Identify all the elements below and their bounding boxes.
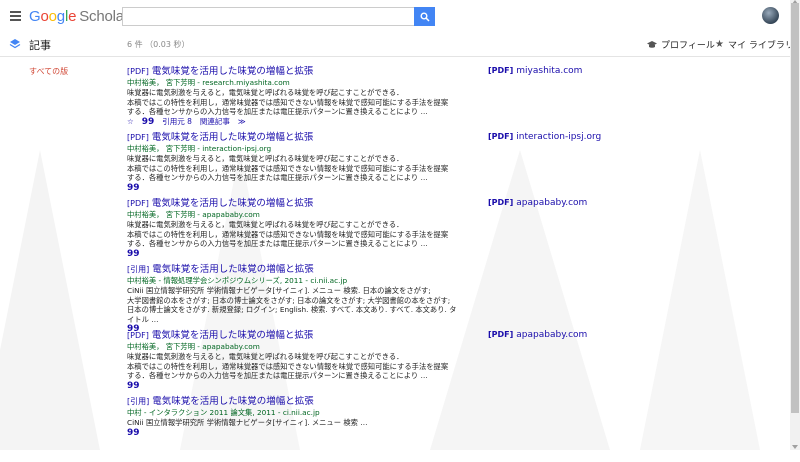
profile-label: プロフィール — [661, 41, 715, 51]
result-actions: ☆ 99 引用元 8 関連記事 ≫ — [127, 117, 787, 127]
result-snippet: 味覚器に電気刺激を与えると，電気味覚と呼ばれる味覚を呼び起こすことができる． 本… — [127, 220, 449, 248]
scrollbar-thumb[interactable] — [791, 3, 799, 413]
star-icon: ★ — [715, 39, 724, 50]
result-actions: 99 — [127, 183, 787, 193]
result-item: [引用] 電気味覚を活用した味覚の増幅と拡張 中村裕美 - 情報処理学会シンポジ… — [127, 264, 787, 334]
side-link-type: [PDF] — [488, 132, 514, 141]
all-versions-link[interactable]: すべての版 — [29, 66, 68, 77]
sub-header: 記事 6 件 （0.03 秒） プロフィール ★ マイ ライブラリ — [0, 33, 800, 57]
my-library-label: マイ ライブラリ — [727, 41, 794, 51]
background-decoration — [0, 150, 100, 450]
result-title-link[interactable]: 電気味覚を活用した味覚の増幅と拡張 — [152, 66, 314, 77]
result-title-line: [PDF] 電気味覚を活用した味覚の増幅と拡張 — [127, 330, 787, 342]
result-title-link[interactable]: 電気味覚を活用した味覚の増幅と拡張 — [152, 264, 314, 275]
related-articles-link[interactable]: 関連記事 — [200, 117, 230, 127]
result-title-line: [PDF] 電気味覚を活用した味覚の増幅と拡張 — [127, 66, 787, 78]
result-snippet: 味覚器に電気刺激を与えると，電気味覚と呼ばれる味覚を呼び起こすことができる． 本… — [127, 352, 449, 380]
result-title-line: [PDF] 電気味覚を活用した味覚の増幅と拡張 — [127, 132, 787, 144]
result-snippet: CiNii 国立情報学研究所 学術情報ナビゲータ[サイニィ]. メニュー 検索 … — [127, 418, 368, 427]
result-stats: 6 件 （0.03 秒） — [127, 40, 190, 49]
result-item: [PDF] 電気味覚を活用した味覚の増幅と拡張 中村裕美， 宮下芳明 - int… — [127, 132, 787, 198]
cite-icon[interactable]: 99 — [127, 249, 140, 259]
result-title-link[interactable]: 電気味覚を活用した味覚の増幅と拡張 — [152, 198, 314, 209]
pdf-side-link[interactable]: [PDF] apapababy.com — [488, 330, 587, 340]
search-icon — [420, 12, 430, 22]
result-type-tag: [引用] — [127, 265, 150, 274]
search-input[interactable] — [122, 7, 414, 26]
more-versions-icon[interactable]: ≫ — [238, 117, 246, 127]
cite-icon[interactable]: 99 — [142, 117, 155, 127]
profile-button[interactable]: プロフィール — [647, 38, 715, 51]
result-title-line: [引用] 電気味覚を活用した味覚の増幅と拡張 — [127, 264, 787, 276]
result-actions: 99 — [127, 381, 787, 391]
result-item: [PDF] 電気味覚を活用した味覚の増幅と拡張 中村裕美， 宮下芳明 - res… — [127, 66, 787, 132]
pdf-side-link[interactable]: [PDF] miyashita.com — [488, 66, 582, 76]
cited-by-link[interactable]: 引用元 8 — [162, 117, 192, 127]
result-authors: 中村 - インタラクション 2011 論文集, 2011 - ci.nii.ac… — [127, 408, 320, 417]
result-snippet: CiNii 国立情報学研究所 学術情報ナビゲータ[サイニィ]. メニュー 検索.… — [127, 286, 457, 324]
result-authors: 中村裕美 - 情報処理学会シンポジウムシリーズ, 2011 - ci.nii.a… — [127, 276, 348, 285]
result-type-tag: [PDF] — [127, 67, 149, 76]
section-title: 記事 — [29, 39, 51, 52]
my-library-button[interactable]: ★ マイ ライブラリ — [715, 38, 794, 51]
account-avatar[interactable] — [762, 7, 779, 24]
top-bar: Google Scholar — [0, 0, 800, 33]
cite-icon[interactable]: 99 — [127, 183, 140, 193]
pdf-side-link[interactable] — [488, 396, 491, 406]
result-item: [PDF] 電気味覚を活用した味覚の増幅と拡張 中村裕美， 宮下芳明 - apa… — [127, 330, 787, 396]
result-actions: 99 — [127, 428, 787, 438]
side-link-domain: apapababy.com — [516, 330, 588, 340]
save-star-icon[interactable]: ☆ — [127, 117, 134, 127]
result-title-link[interactable]: 電気味覚を活用した味覚の増幅と拡張 — [152, 132, 314, 143]
scrollbar[interactable] — [790, 0, 800, 450]
result-item: [PDF] 電気味覚を活用した味覚の増幅と拡張 中村裕美， 宮下芳明 - apa… — [127, 198, 787, 264]
result-type-tag: [引用] — [127, 397, 150, 406]
result-authors: 中村裕美， 宮下芳明 - apapababy.com — [127, 342, 260, 351]
side-link-type: [PDF] — [488, 66, 514, 75]
result-type-tag: [PDF] — [127, 331, 149, 340]
scroll-down-arrow-icon[interactable] — [792, 445, 798, 449]
result-title-line: [引用] 電気味覚を活用した味覚の増幅と拡張 — [127, 396, 787, 408]
pdf-side-link[interactable]: [PDF] apapababy.com — [488, 198, 587, 208]
logo-google-text: Google — [29, 8, 77, 25]
side-link-domain: apapababy.com — [516, 198, 588, 208]
result-authors: 中村裕美， 宮下芳明 - interaction-ipsj.org — [127, 144, 272, 153]
results-list: [PDF] 電気味覚を活用した味覚の増幅と拡張 中村裕美， 宮下芳明 - res… — [127, 66, 787, 462]
graduation-cap-icon — [647, 41, 657, 48]
result-title-line: [PDF] 電気味覚を活用した味覚の増幅と拡張 — [127, 198, 787, 210]
result-title-link[interactable]: 電気味覚を活用した味覚の増幅と拡張 — [152, 330, 314, 341]
result-actions: 99 — [127, 249, 787, 259]
result-type-tag: [PDF] — [127, 199, 149, 208]
side-link-type: [PDF] — [488, 330, 514, 339]
cite-icon[interactable]: 99 — [127, 428, 140, 438]
result-item: [引用] 電気味覚を活用した味覚の増幅と拡張 中村 - インタラクション 201… — [127, 396, 787, 462]
result-authors: 中村裕美， 宮下芳明 - apapababy.com — [127, 210, 260, 219]
pdf-side-link[interactable] — [488, 264, 491, 274]
menu-icon[interactable] — [10, 11, 21, 21]
search-button[interactable] — [414, 7, 435, 26]
result-type-tag: [PDF] — [127, 133, 149, 142]
result-snippet: 味覚器に電気刺激を与えると，電気味覚と呼ばれる味覚を呼び起こすことができる． 本… — [127, 154, 449, 182]
side-link-domain: miyashita.com — [516, 66, 583, 76]
articles-stack-icon — [9, 39, 21, 49]
google-scholar-logo[interactable]: Google Scholar — [29, 8, 129, 25]
result-title-link[interactable]: 電気味覚を活用した味覚の増幅と拡張 — [152, 396, 314, 407]
result-authors: 中村裕美， 宮下芳明 - research.miyashita.com — [127, 78, 290, 87]
side-link-domain: interaction-ipsj.org — [516, 132, 602, 142]
result-snippet: 味覚器に電気刺激を与えると，電気味覚と呼ばれる味覚を呼び起こすことができる． 本… — [127, 88, 449, 116]
side-link-type: [PDF] — [488, 198, 514, 207]
cite-icon[interactable]: 99 — [127, 381, 140, 391]
pdf-side-link[interactable]: [PDF] interaction-ipsj.org — [488, 132, 601, 142]
